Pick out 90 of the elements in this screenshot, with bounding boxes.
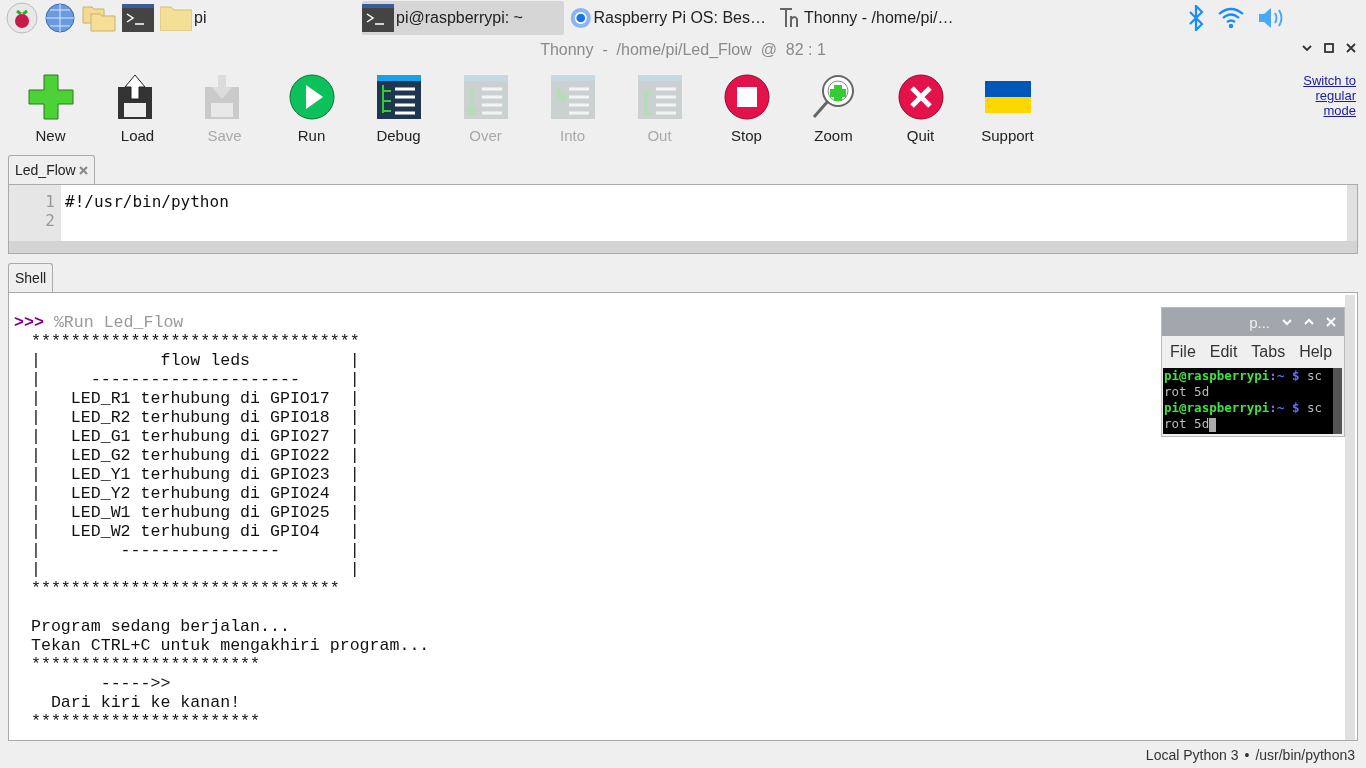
output-line: | LED_W2 terhubung di GPIO4 | xyxy=(31,522,360,542)
vertical-scrollbar[interactable] xyxy=(1345,295,1355,741)
vertical-scrollbar[interactable] xyxy=(1347,185,1357,242)
terminal-command: sc xyxy=(1307,400,1323,416)
toolbar-button[interactable]: Load xyxy=(94,63,181,144)
plus-icon xyxy=(26,72,75,121)
maximize-icon xyxy=(1304,318,1314,327)
terminal-output: rot 5d xyxy=(1164,416,1210,432)
taskbar-window-button[interactable]: pi@raspberrypi: ~ xyxy=(362,0,564,35)
step-into-icon xyxy=(548,72,597,121)
step-out-icon xyxy=(635,72,684,121)
menu-item[interactable]: File xyxy=(1170,343,1196,362)
shell-command: %Run Led_Flow xyxy=(53,313,184,333)
editor-tab[interactable]: Led_Flow xyxy=(8,155,95,185)
output-line: *********************** xyxy=(31,712,261,732)
stop-icon xyxy=(722,72,771,121)
tab-label: Led_Flow xyxy=(15,162,76,179)
terminal-command: sc xyxy=(1307,368,1323,384)
output-line: Tekan CTRL+C untuk mengakhiri program... xyxy=(31,636,430,656)
window-title: Thonny - /home/pi/Led_Flow @ 82 : 1 xyxy=(540,40,826,59)
maximize-icon xyxy=(1324,42,1334,53)
terminal-output: rot 5d xyxy=(1164,384,1210,400)
taskbar-window-button[interactable]: Thonny - /home/pi/… xyxy=(778,0,980,35)
play-icon xyxy=(287,72,336,121)
output-line: | LED_G2 terhubung di GPIO22 | xyxy=(31,446,360,466)
terminal-prompt: $ xyxy=(1291,368,1300,384)
output-line: | | xyxy=(31,560,360,580)
taskbar-window-button[interactable]: pi xyxy=(160,0,356,35)
output-line: ******************************* xyxy=(31,579,340,599)
output-line: *********************** xyxy=(31,655,261,675)
toolbar-button[interactable]: Zoom xyxy=(790,63,877,144)
toolbar-button[interactable]: Debug xyxy=(355,63,442,144)
code-editor[interactable]: 1 2 #!/usr/bin/python xyxy=(8,184,1358,255)
debug-list-icon xyxy=(374,72,423,121)
shell-tab[interactable]: Shell xyxy=(8,263,54,293)
output-line: | LED_Y1 terhubung di GPIO23 | xyxy=(31,465,360,485)
output-line: | LED_Y2 terhubung di GPIO24 | xyxy=(31,484,360,504)
terminal-user: pi@raspberrypi xyxy=(1164,400,1270,416)
toolbar-button[interactable]: Quit xyxy=(877,63,964,144)
close-icon xyxy=(896,72,945,121)
terminal-icon xyxy=(122,3,154,32)
line-number: 2 xyxy=(45,211,55,231)
output-line: Dari kiri ke kanan! xyxy=(49,693,241,713)
terminal-path: :~ xyxy=(1269,368,1285,384)
separator-dot: • xyxy=(1244,746,1250,763)
terminal-prompt: $ xyxy=(1291,400,1300,416)
output-line: | LED_W1 terhubung di GPIO25 | xyxy=(31,503,360,523)
wifi-icon xyxy=(1218,6,1244,29)
terminal-scrollbar[interactable] xyxy=(1333,368,1342,435)
minimize-icon xyxy=(1302,42,1312,53)
close-icon xyxy=(1346,42,1356,53)
taskbar-window-button[interactable]: Raspberry Pi OS: Bes… xyxy=(570,0,772,35)
bluetooth-icon xyxy=(1188,4,1204,31)
terminal-icon xyxy=(362,3,394,32)
interpreter-label[interactable]: Local Python 3 xyxy=(1145,746,1239,763)
text-cursor xyxy=(1209,417,1217,432)
menu-item[interactable]: Help xyxy=(1299,343,1333,362)
output-line: | ---------------- | xyxy=(31,541,360,561)
code-line: #!/usr/bin/python xyxy=(65,192,229,212)
terminal-user: pi@raspberrypi xyxy=(1164,368,1270,384)
step-over-icon xyxy=(461,72,510,121)
toolbar-button[interactable]: New xyxy=(7,63,94,144)
line-number: 1 xyxy=(45,192,55,212)
output-line: | LED_R2 terhubung di GPIO18 | xyxy=(31,408,360,428)
minimize-icon xyxy=(1282,318,1292,327)
globe-icon xyxy=(44,1,76,34)
shell-prompt: >>> xyxy=(14,313,44,333)
terminal-path: :~ xyxy=(1269,400,1285,416)
folders-icon xyxy=(82,3,116,32)
menu-item[interactable]: Tabs xyxy=(1251,343,1286,362)
output-line: Program sedang berjalan... xyxy=(31,617,290,637)
horizontal-scrollbar[interactable] xyxy=(9,241,1357,254)
output-line: | LED_G1 terhubung di GPIO27 | xyxy=(31,427,360,447)
toolbar-button[interactable]: Stop xyxy=(703,63,790,144)
terminal-window[interactable]: p... File Edit Tabs Help pi@raspberrypi:~ $ sc rot 5d pi@raspberrypi:~ $ sc rot 5d xyxy=(1161,307,1345,438)
output-line: ----->> xyxy=(99,674,171,694)
folder-icon xyxy=(160,4,192,31)
close-icon xyxy=(1326,317,1336,328)
terminal-title: p... xyxy=(1249,313,1270,331)
shell-panel[interactable] xyxy=(8,292,1358,742)
toolbar-button[interactable]: Support xyxy=(964,63,1051,144)
menu-item[interactable]: Edit xyxy=(1209,343,1238,362)
toolbar-button[interactable]: Run xyxy=(268,63,355,144)
mode-link[interactable]: Switch to regular mode xyxy=(1286,72,1356,118)
output-line: | --------------------- | xyxy=(31,370,360,390)
output-line: ********************************* xyxy=(31,332,360,352)
output-line: | LED_R1 terhubung di GPIO17 | xyxy=(31,389,360,409)
interpreter-path: /usr/bin/python3 xyxy=(1255,746,1355,763)
close-icon xyxy=(78,165,88,175)
output-line: | flow leds | xyxy=(31,351,360,371)
